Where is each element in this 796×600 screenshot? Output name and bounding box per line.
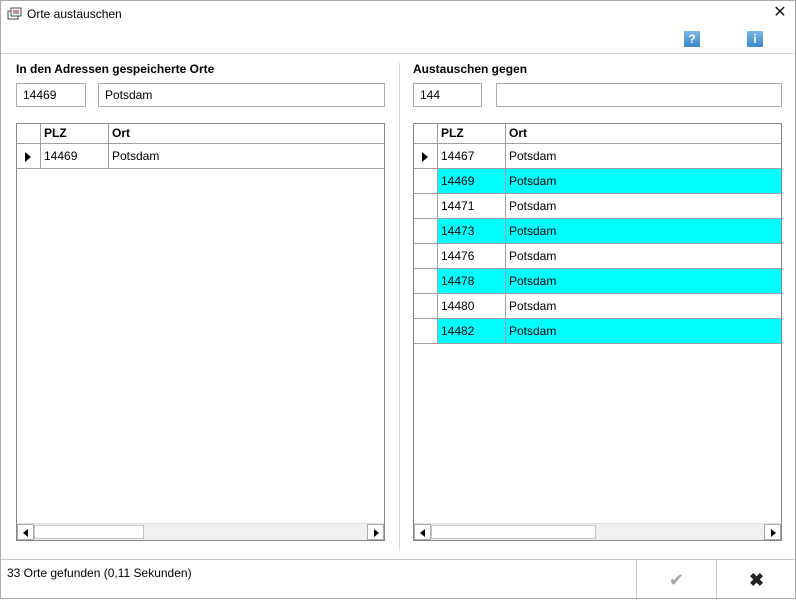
cell-ort[interactable]: Potsdam — [506, 319, 781, 344]
ok-button[interactable]: ✔ — [636, 560, 716, 600]
left-grid[interactable]: PLZ Ort 14469 Potsdam — [16, 123, 385, 541]
table-row[interactable]: 14480 Potsdam — [414, 294, 781, 319]
right-group-label: Austauschen gegen — [413, 62, 528, 76]
table-row[interactable]: 14476 Potsdam — [414, 244, 781, 269]
cell-plz[interactable]: 14469 — [41, 144, 109, 169]
cell-plz[interactable]: 14471 — [438, 194, 506, 219]
row-selector[interactable] — [414, 244, 438, 269]
row-selector-header — [17, 124, 41, 144]
app-icon — [7, 7, 22, 20]
scroll-right-button[interactable] — [367, 524, 384, 540]
table-row[interactable]: 14469 Potsdam — [17, 144, 384, 169]
table-row[interactable]: 14478 Potsdam — [414, 269, 781, 294]
cancel-button[interactable]: ✖ — [716, 560, 796, 600]
left-plz-field[interactable]: 14469 — [16, 83, 86, 107]
info-icon[interactable]: i — [747, 31, 763, 47]
title-bar: Orte austauschen ✕ — [1, 1, 795, 28]
row-selector[interactable] — [414, 169, 438, 194]
row-selector[interactable] — [414, 219, 438, 244]
cell-plz[interactable]: 14467 — [438, 144, 506, 169]
cell-ort[interactable]: Potsdam — [506, 169, 781, 194]
right-horizontal-scrollbar[interactable] — [414, 523, 781, 540]
panel-divider — [399, 63, 400, 551]
cell-ort[interactable]: Potsdam — [506, 294, 781, 319]
row-selector-header — [414, 124, 438, 144]
current-row-arrow-icon — [422, 152, 428, 162]
row-selector[interactable] — [17, 144, 41, 169]
cell-ort[interactable]: Potsdam — [506, 144, 781, 169]
window-title: Orte austauschen — [27, 7, 122, 21]
column-header-plz[interactable]: PLZ — [438, 124, 506, 144]
arrow-left-icon — [420, 529, 425, 537]
table-row[interactable]: 14469 Potsdam — [414, 169, 781, 194]
column-header-ort[interactable]: Ort — [109, 124, 384, 144]
table-row[interactable]: 14467 Potsdam — [414, 144, 781, 169]
scroll-thumb[interactable] — [34, 525, 144, 539]
status-bar: 33 Orte gefunden (0,11 Sekunden) ✔ ✖ — [1, 559, 796, 600]
header-divider — [1, 53, 795, 54]
left-horizontal-scrollbar[interactable] — [17, 523, 384, 540]
cell-ort[interactable]: Potsdam — [109, 144, 384, 169]
cell-plz[interactable]: 14480 — [438, 294, 506, 319]
cell-plz[interactable]: 14482 — [438, 319, 506, 344]
right-grid-header: PLZ Ort — [414, 124, 781, 144]
row-selector[interactable] — [414, 319, 438, 344]
column-header-ort[interactable]: Ort — [506, 124, 781, 144]
right-plz-field[interactable]: 144 — [413, 83, 482, 107]
status-text: 33 Orte gefunden (0,11 Sekunden) — [7, 566, 192, 580]
help-icon[interactable]: ? — [684, 31, 700, 47]
cell-plz[interactable]: 14469 — [438, 169, 506, 194]
right-grid[interactable]: PLZ Ort 14467 Potsdam 14469 Potsdam 14471 Pot… — [413, 123, 782, 541]
scroll-left-button[interactable] — [17, 524, 34, 540]
cell-ort[interactable]: Potsdam — [506, 269, 781, 294]
close-icon[interactable]: ✕ — [771, 4, 789, 22]
scroll-left-button[interactable] — [414, 524, 431, 540]
scroll-thumb[interactable] — [431, 525, 596, 539]
cell-ort[interactable]: Potsdam — [506, 244, 781, 269]
row-selector[interactable] — [414, 194, 438, 219]
left-group-label: In den Adressen gespeicherte Orte — [16, 62, 215, 76]
left-grid-header: PLZ Ort — [17, 124, 384, 144]
table-row[interactable]: 14471 Potsdam — [414, 194, 781, 219]
left-ort-field[interactable]: Potsdam — [98, 83, 385, 107]
column-header-plz[interactable]: PLZ — [41, 124, 109, 144]
arrow-left-icon — [23, 529, 28, 537]
cell-ort[interactable]: Potsdam — [506, 194, 781, 219]
table-row[interactable]: 14473 Potsdam — [414, 219, 781, 244]
cell-plz[interactable]: 14473 — [438, 219, 506, 244]
row-selector[interactable] — [414, 294, 438, 319]
current-row-arrow-icon — [25, 152, 31, 162]
right-ort-field[interactable] — [496, 83, 782, 107]
row-selector[interactable] — [414, 144, 438, 169]
arrow-right-icon — [771, 529, 776, 537]
dialog-window: Orte austauschen ✕ ? i In den Adressen g… — [0, 0, 796, 600]
table-row[interactable]: 14482 Potsdam — [414, 319, 781, 344]
scroll-right-button[interactable] — [764, 524, 781, 540]
cell-plz[interactable]: 14476 — [438, 244, 506, 269]
cell-ort[interactable]: Potsdam — [506, 219, 781, 244]
cell-plz[interactable]: 14478 — [438, 269, 506, 294]
row-selector[interactable] — [414, 269, 438, 294]
arrow-right-icon — [374, 529, 379, 537]
